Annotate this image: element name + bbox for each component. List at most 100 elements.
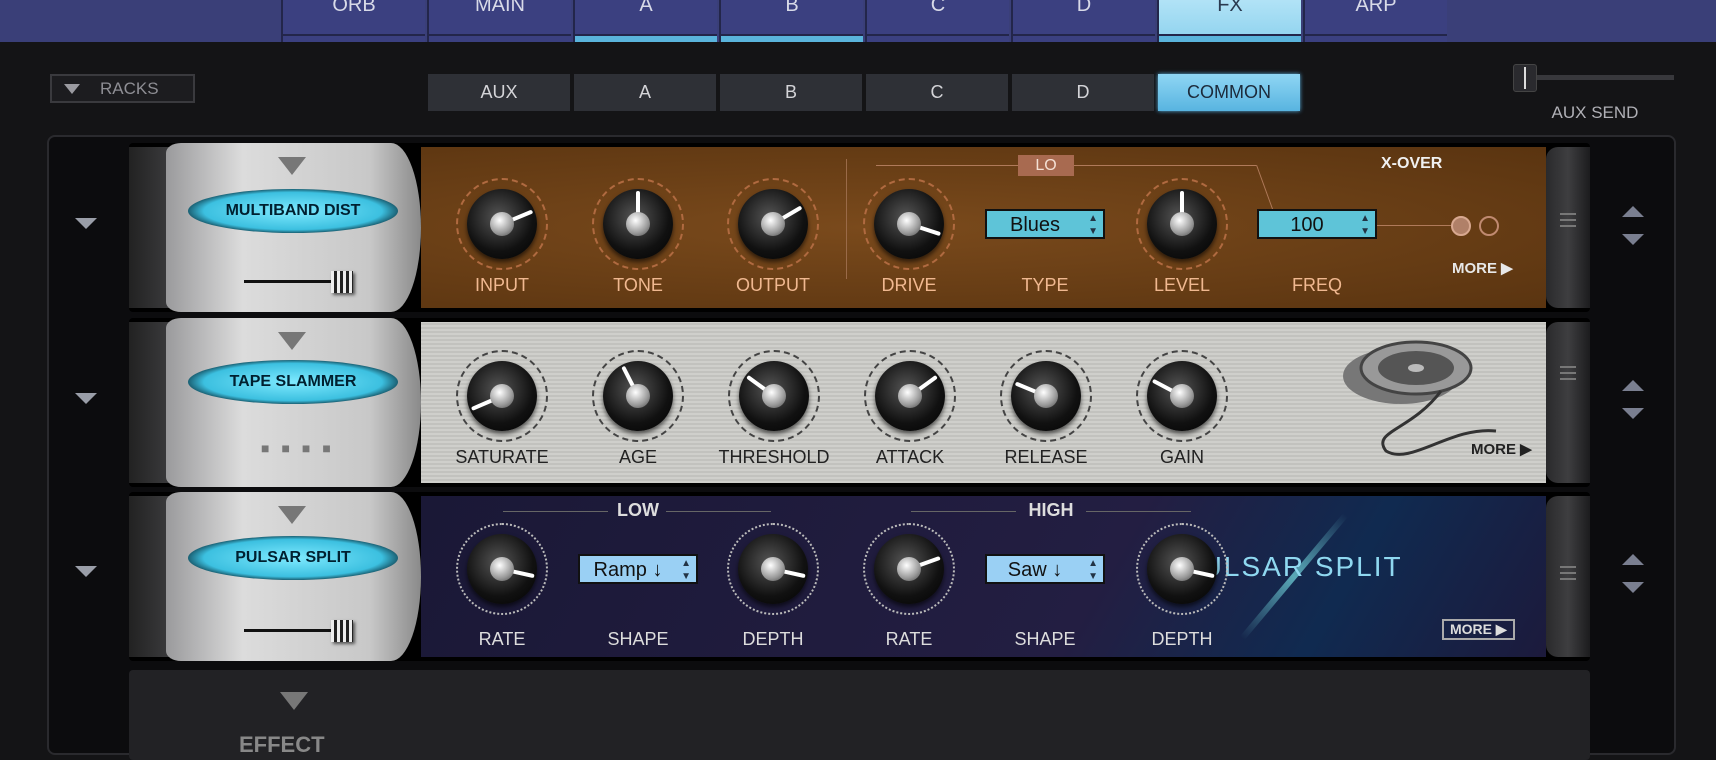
knob-input[interactable] (467, 189, 537, 259)
sub-tab-c[interactable]: C (866, 74, 1008, 111)
up-down-arrows-icon: ▲ ▼ (1088, 213, 1098, 237)
knob-cap (898, 384, 922, 408)
top-nav: ORB MAIN A B C D FX ARP (0, 0, 1716, 42)
high-line (1086, 511, 1191, 512)
knob-age[interactable] (603, 361, 673, 431)
move-up-icon[interactable] (1622, 206, 1644, 217)
knob-pointer (1190, 569, 1215, 579)
top-tab-arp[interactable]: ARP (1303, 0, 1447, 42)
collapse-rack-2-icon[interactable] (75, 393, 97, 404)
more-button[interactable]: MORE ▶ (1442, 619, 1515, 640)
band-led-hi[interactable] (1479, 216, 1499, 236)
select-freq[interactable]: 100 ▲ ▼ (1257, 209, 1377, 239)
aux-send-slider[interactable] (1513, 64, 1674, 92)
knob-cap (762, 384, 786, 408)
effect-name-button[interactable]: TAPE SLAMMER (188, 360, 398, 404)
top-tab-c[interactable]: C (865, 0, 1009, 42)
preset-dropdown-icon[interactable] (278, 157, 306, 175)
rack-cap: MULTIBAND DIST (166, 143, 421, 312)
slider-thumb[interactable] (1513, 64, 1537, 92)
drag-handle-icon (1560, 366, 1576, 380)
tab-indicator (1013, 34, 1155, 42)
reorder-rack-2[interactable] (1622, 380, 1644, 420)
tab-label: FX (1217, 0, 1243, 16)
top-tab-a[interactable]: A (573, 0, 717, 42)
knob-cap (626, 384, 650, 408)
up-down-arrows-icon: ▲ ▼ (1360, 213, 1370, 237)
knob-depth[interactable] (738, 534, 808, 604)
mix-slider[interactable] (244, 271, 354, 293)
sub-tab-common[interactable]: COMMON (1158, 74, 1300, 111)
more-button[interactable]: MORE ▶ (1452, 259, 1513, 277)
knob-release[interactable] (1011, 361, 1081, 431)
tape-reel-icon (1341, 336, 1497, 456)
reorder-rack-1[interactable] (1622, 206, 1644, 246)
knob-rate[interactable] (874, 534, 944, 604)
slider-thumb[interactable] (331, 620, 353, 642)
knob-saturate[interactable] (467, 361, 537, 431)
drag-handle[interactable] (1546, 322, 1590, 483)
effect-name-button[interactable]: PULSAR SPLIT (188, 536, 398, 580)
xover-label: X-OVER (1381, 155, 1443, 172)
sub-tab-a[interactable]: A (574, 74, 716, 111)
top-tab-d[interactable]: D (1011, 0, 1155, 42)
knob-label: RELEASE (1004, 447, 1088, 467)
select-shape[interactable]: Ramp ↓ ▲ ▼ (578, 554, 698, 584)
reorder-rack-3[interactable] (1622, 554, 1644, 594)
drag-handle[interactable] (1546, 147, 1590, 308)
slider-thumb[interactable] (331, 271, 353, 293)
knob-tone[interactable] (603, 189, 673, 259)
empty-effect-slot[interactable]: EFFECT (129, 670, 1590, 760)
lo-badge: LO (1018, 155, 1074, 176)
select-type[interactable]: Blues ▲ ▼ (985, 209, 1105, 239)
collapse-rack-1-icon[interactable] (75, 218, 97, 229)
drag-handle[interactable] (1546, 496, 1590, 657)
move-down-icon[interactable] (1622, 582, 1644, 593)
rack-pulsar-split: LOW HIGH PULSAR SPLIT MORE ▶ RATE Ramp ↓ ▲… (129, 492, 1590, 661)
knob-label: LEVEL (1153, 275, 1211, 295)
triangle-down-icon (64, 84, 80, 94)
up-down-arrows-icon: ▲ ▼ (681, 558, 691, 582)
more-button[interactable]: MORE ▶ (1471, 440, 1532, 458)
band-led-lo[interactable] (1451, 216, 1471, 236)
sub-tab-aux[interactable]: AUX (428, 74, 570, 111)
move-up-icon[interactable] (1622, 380, 1644, 391)
knob-depth[interactable] (1147, 534, 1217, 604)
preset-dropdown-icon[interactable] (278, 506, 306, 524)
sub-tab-d[interactable]: D (1012, 74, 1154, 111)
knob-level[interactable] (1147, 189, 1217, 259)
effect-name-button[interactable]: MULTIBAND DIST (188, 189, 398, 233)
knob-output[interactable] (738, 189, 808, 259)
knob-label: DEPTH (742, 629, 804, 649)
knob-cap (897, 212, 921, 236)
tab-indicator (575, 34, 717, 42)
racks-label: RACKS (100, 79, 159, 98)
knob-threshold[interactable] (739, 361, 809, 431)
tab-label: B (785, 0, 799, 16)
select-shape[interactable]: Saw ↓ ▲ ▼ (985, 554, 1105, 584)
mix-slider[interactable] (244, 620, 354, 642)
rack-edge (129, 147, 169, 308)
move-down-icon[interactable] (1622, 234, 1644, 245)
knob-attack[interactable] (875, 361, 945, 431)
move-up-icon[interactable] (1622, 554, 1644, 565)
preset-dropdown-icon[interactable] (278, 332, 306, 350)
top-tab-orb[interactable]: ORB (281, 0, 425, 42)
select-label: SHAPE (607, 629, 669, 649)
sub-tab-b[interactable]: B (720, 74, 862, 111)
low-line (666, 511, 771, 512)
top-tab-b[interactable]: B (719, 0, 863, 42)
top-tab-main[interactable]: MAIN (427, 0, 571, 42)
add-effect-dropdown-icon[interactable] (280, 692, 308, 710)
low-label: LOW (617, 500, 659, 520)
collapse-rack-3-icon[interactable] (75, 566, 97, 577)
knob-drive[interactable] (874, 189, 944, 259)
racks-dropdown[interactable]: RACKS (50, 74, 195, 103)
rack-edge (129, 496, 169, 657)
knob-rate[interactable] (467, 534, 537, 604)
knob-gain[interactable] (1147, 361, 1217, 431)
move-down-icon[interactable] (1622, 408, 1644, 419)
select-label: TYPE (1021, 275, 1069, 295)
top-tab-fx[interactable]: FX (1157, 0, 1301, 42)
high-label: HIGH (1028, 500, 1074, 520)
